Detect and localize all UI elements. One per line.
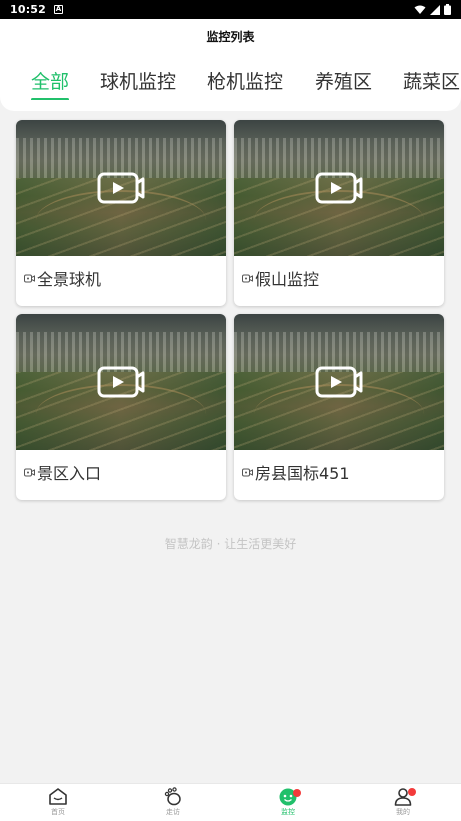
camera-name: 假山监控 [255,270,320,289]
camera-name: 房县国标451 [255,464,350,483]
camera-name: 全景球机 [37,270,102,289]
notification-badge [408,788,416,796]
status-time: 10:52 [10,3,47,16]
header: 监控列表 全部 球机监控 枪机监控 养殖区 蔬菜区 [0,19,461,111]
play-video-icon[interactable] [97,366,145,398]
nav-label: 监控 [281,808,295,816]
tab-bullet-cameras[interactable]: 枪机监控 [207,68,283,96]
play-video-icon[interactable] [97,172,145,204]
video-camera-icon [24,274,35,283]
category-tabs: 全部 球机监控 枪机监控 养殖区 蔬菜区 [0,68,461,100]
camera-name-row: 景区入口 [24,460,101,484]
bottom-nav: 首页 走访 监控 我的 [0,783,461,821]
notification-badge [293,789,301,797]
camera-card[interactable]: 房县国标451 [234,314,444,500]
camera-name-row: 全景球机 [24,266,101,290]
tab-breeding-area[interactable]: 养殖区 [315,68,372,96]
status-bar: 10:52 A [0,0,461,19]
nav-label: 首页 [51,808,65,816]
camera-name-row: 房县国标451 [242,460,350,484]
play-video-icon[interactable] [315,366,363,398]
camera-thumbnail[interactable] [234,120,444,256]
camera-card[interactable]: 假山监控 [234,120,444,306]
nav-label: 走访 [166,808,180,816]
nav-item-home[interactable]: 首页 [28,787,88,816]
play-video-icon[interactable] [315,172,363,204]
camera-thumbnail[interactable] [16,120,226,256]
status-icons [414,4,451,15]
camera-thumbnail[interactable] [234,314,444,450]
camera-card[interactable]: 景区入口 [16,314,226,500]
signal-icon [430,4,440,15]
page-title: 监控列表 [206,30,255,44]
nav-item-profile[interactable]: 我的 [373,787,433,816]
active-tab-indicator [31,98,69,100]
video-camera-icon [24,468,35,477]
tab-vegetable-area[interactable]: 蔬菜区 [403,68,460,96]
nav-label: 我的 [396,808,410,816]
nav-item-visits[interactable]: 走访 [143,787,203,816]
battery-icon [444,4,451,15]
tab-all[interactable]: 全部 [31,68,69,96]
camera-thumbnail[interactable] [16,314,226,450]
home-icon [49,788,67,805]
nav-item-monitor[interactable]: 监控 [258,787,318,816]
camera-name: 景区入口 [37,464,102,483]
video-camera-icon [242,274,253,283]
wifi-icon [414,5,426,14]
footer-slogan: 智慧龙韵 · 让生活更美好 [164,537,297,551]
camera-card[interactable]: 全景球机 [16,120,226,306]
notification-app-icon: A [54,5,64,14]
video-camera-icon [242,468,253,477]
camera-name-row: 假山监控 [242,266,319,290]
tab-dome-cameras[interactable]: 球机监控 [100,68,176,96]
footprint-icon [164,787,181,806]
